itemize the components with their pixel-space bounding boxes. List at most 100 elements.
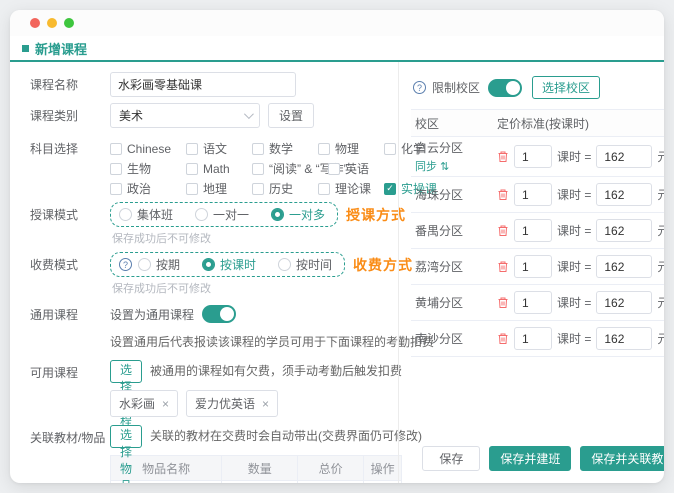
campus-qty-input[interactable] (514, 183, 552, 206)
subject-checkbox[interactable]: 政治 (110, 180, 184, 197)
restrict-campus-toggle[interactable] (488, 78, 523, 97)
radio-icon (119, 208, 132, 221)
checkbox-icon (328, 162, 340, 175)
select-campus-button[interactable]: 选择校区 (532, 76, 601, 99)
delete-campus-icon[interactable] (497, 296, 509, 309)
charge-mode-options: 按期 按课时 按时间 (138, 256, 332, 273)
radio-icon (202, 258, 216, 271)
campus-name: 白云分区 (415, 141, 464, 155)
form-row-course-name: 课程名称 (30, 72, 394, 98)
tag-remove-icon[interactable]: × (262, 397, 269, 411)
window-zoom-button[interactable] (64, 18, 74, 28)
subject-checkbox[interactable]: 生物 (110, 160, 184, 177)
subject-checkbox-label: 历史 (269, 182, 294, 196)
materials-hint: 关联的教材在交费时会自动带出(交费界面仍可修改) (150, 429, 423, 443)
radio-icon (138, 258, 151, 271)
campus-row: 白云分区 同步 ⇅ 课时 = 元 + (411, 137, 664, 177)
delete-campus-icon[interactable] (497, 188, 509, 201)
available-courses-hint: 被通用的课程如有欠费，须手动考勤后触发扣费 (150, 364, 403, 378)
subject-checkbox-label: 数学 (269, 142, 294, 156)
campus-qty-input[interactable] (514, 327, 552, 350)
materials-table-body: 画架 画板 彩笔 (109, 480, 402, 483)
help-icon[interactable]: ? (119, 258, 132, 271)
subject-checkbox[interactable]: Chinese (110, 142, 184, 156)
checkbox-icon (110, 162, 122, 175)
course-category-select[interactable]: 美术 (110, 103, 260, 128)
subject-checkbox[interactable]: 理论课 (318, 180, 382, 197)
subject-checkbox[interactable]: 数学 (252, 140, 316, 157)
campus-qty-input[interactable] (514, 291, 552, 314)
course-name-input[interactable] (110, 72, 296, 97)
save-and-link-teacher-button[interactable]: 保存并关联教师 (580, 446, 664, 471)
form-row-teach-mode: 授课模式 集体班 一对一 一对多 授课方式 保存成功后不可修改 (30, 202, 405, 252)
campus-qty-input[interactable] (514, 219, 552, 242)
campus-rate-input[interactable] (596, 145, 653, 168)
delete-campus-icon[interactable] (497, 260, 509, 273)
subject-checkbox-label: 理论课 (335, 182, 372, 196)
subject-checkbox[interactable]: 历史 (252, 180, 316, 197)
checkbox-icon (384, 142, 396, 155)
radio-option[interactable]: 按课时 (202, 256, 256, 273)
radio-option[interactable]: 按期 (138, 256, 180, 273)
subject-checkbox[interactable]: Math (186, 162, 250, 176)
material-row: 画架 (109, 480, 402, 483)
unit-label: 课时 = (557, 150, 592, 164)
subject-checkbox-label: 语文 (203, 142, 228, 156)
radio-option[interactable]: 一对多 (271, 206, 325, 223)
campus-rate-input[interactable] (596, 291, 653, 314)
campus-table-header: 校区 定价标准(按课时) (411, 110, 664, 137)
course-tag: 爱力优英语 × (186, 390, 279, 417)
campus-qty-input[interactable] (514, 145, 552, 168)
general-course-label: 通用课程 (30, 308, 79, 322)
select-course-button[interactable]: 选择课程 (110, 360, 143, 428)
campus-rate-input[interactable] (596, 255, 653, 278)
currency-label: 元 (657, 332, 664, 346)
subject-checkbox[interactable]: 地理 (186, 180, 250, 197)
campus-row: 番禺分区 课时 = 元 + (411, 213, 664, 249)
radio-option[interactable]: 一对一 (195, 206, 249, 223)
campus-qty-input[interactable] (514, 255, 552, 278)
course-tag-label: 水彩画 (119, 397, 156, 411)
campus-rate-input[interactable] (596, 219, 653, 242)
subject-checkbox-label: 生物 (127, 162, 152, 176)
subject-checkbox[interactable]: 语文 (186, 140, 250, 157)
select-material-button[interactable]: 选择物品 (110, 425, 143, 483)
currency-label: 元 (657, 224, 664, 238)
checkbox-icon: ✓ (384, 182, 396, 195)
delete-campus-icon[interactable] (497, 150, 509, 163)
campus-rate-input[interactable] (596, 327, 653, 350)
currency-label: 元 (657, 188, 664, 202)
subject-checkbox[interactable]: “阅读” & “写作” (252, 160, 348, 177)
tag-remove-icon[interactable]: × (162, 397, 169, 411)
window-minimize-button[interactable] (47, 18, 57, 28)
radio-option[interactable]: 按时间 (278, 256, 332, 273)
delete-campus-icon[interactable] (497, 224, 509, 237)
save-button[interactable]: 保存 (422, 446, 481, 471)
save-and-create-class-button[interactable]: 保存并建班 (489, 446, 572, 471)
page-title: 新增课程 (35, 41, 88, 57)
teach-mode-group: 集体班 一对一 一对多 (110, 202, 339, 227)
help-icon[interactable]: ? (413, 81, 426, 94)
delete-campus-icon[interactable] (497, 332, 509, 345)
checkbox-icon (252, 142, 264, 155)
materials-table: 物品名称数量总价操作 画架 画板 彩笔 (109, 455, 402, 483)
materials-column-header: 总价 (297, 455, 365, 481)
campus-rate-input[interactable] (596, 183, 653, 206)
course-name-label: 课程名称 (30, 78, 79, 92)
radio-option[interactable]: 集体班 (119, 206, 173, 223)
general-course-toggle-label: 设置为通用课程 (110, 307, 195, 322)
subject-checkbox[interactable]: 英语 (328, 160, 392, 177)
subject-checkbox-label: Chinese (127, 141, 172, 156)
category-settings-button[interactable]: 设置 (268, 103, 315, 128)
general-course-toggle[interactable] (202, 305, 237, 323)
window-close-button[interactable] (30, 18, 40, 28)
campus-pricing-table: 校区 定价标准(按课时) 白云分区 同步 ⇅ 课时 = 元 + 海珠分区 (411, 109, 664, 357)
currency-label: 元 (657, 260, 664, 274)
campus-sync-link[interactable]: 同步 ⇅ (415, 158, 497, 174)
radio-option-label: 按时间 (296, 258, 333, 272)
campus-row: 荔湾分区 课时 = 元 + (411, 249, 664, 285)
subjects-row: 生物 Math “阅读” & “写作” 英语 (110, 160, 394, 177)
course-category-value: 美术 (119, 109, 144, 123)
course-tag: 水彩画 × (110, 390, 179, 417)
subject-checkbox[interactable]: 物理 (318, 140, 382, 157)
